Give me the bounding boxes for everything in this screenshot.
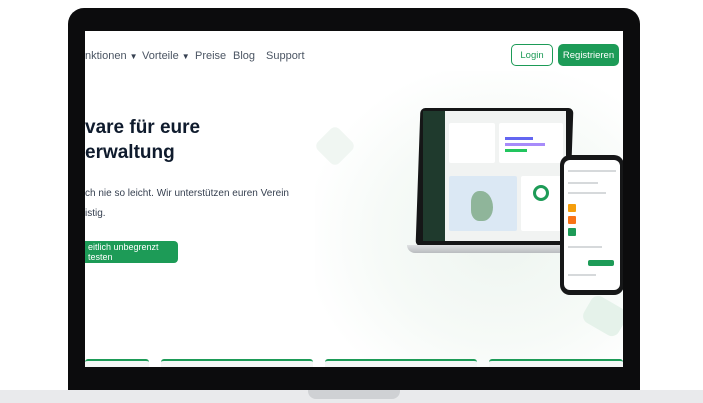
phone-tile <box>568 204 576 212</box>
phone-button <box>588 260 614 266</box>
feature-card <box>161 359 313 367</box>
register-button[interactable]: Registrieren <box>558 44 619 66</box>
dashboard-card <box>449 123 495 163</box>
website-screen: nktionen ▼ Vorteile ▼ Preise Blog Support … <box>85 31 623 367</box>
dashboard-sidebar <box>423 111 445 241</box>
hero-title: vare für eure erwaltung <box>85 115 200 165</box>
feature-card <box>489 359 623 367</box>
phone-tile <box>568 228 576 236</box>
phone-app-screen <box>564 160 620 290</box>
map-region <box>471 191 493 221</box>
cta-button[interactable]: eitlich unbegrenzt testen <box>85 241 178 263</box>
chart-bar <box>505 143 545 146</box>
nav-item-blog[interactable]: Blog <box>233 50 255 62</box>
chevron-down-icon: ▼ <box>129 52 138 61</box>
feature-card <box>325 359 477 367</box>
phone-row <box>568 274 596 276</box>
nav-item-vorteile[interactable]: Vorteile ▼ <box>142 50 190 62</box>
login-button[interactable]: Login <box>511 44 553 66</box>
top-navigation: nktionen ▼ Vorteile ▼ Preise Blog Support … <box>85 31 623 81</box>
laptop-notch <box>308 390 400 399</box>
phone-row <box>568 246 602 248</box>
phone-row <box>568 182 598 184</box>
chart-bar <box>505 137 533 140</box>
chart-bar <box>505 149 527 152</box>
hero-text-line2: istig. <box>85 208 106 219</box>
donut-chart <box>533 185 549 201</box>
hero-title-line2: erwaltung <box>85 142 175 163</box>
chevron-down-icon: ▼ <box>181 52 190 61</box>
nav-item-preise[interactable]: Preise <box>195 50 226 62</box>
hero-description: ch nie so leicht. Wir unterstützen euren… <box>85 184 289 224</box>
product-laptop-base <box>407 245 583 253</box>
hero-title-line1: vare für eure <box>85 117 201 138</box>
phone-row <box>568 192 606 194</box>
nav-item-funktionen[interactable]: nktionen ▼ <box>85 50 138 62</box>
nav-item-support[interactable]: Support <box>266 50 305 62</box>
phone-tile <box>568 216 576 224</box>
feature-card <box>85 359 149 367</box>
hero-text-line1: ch nie so leicht. Wir unterstützen euren… <box>85 188 289 199</box>
phone-row <box>568 170 616 172</box>
